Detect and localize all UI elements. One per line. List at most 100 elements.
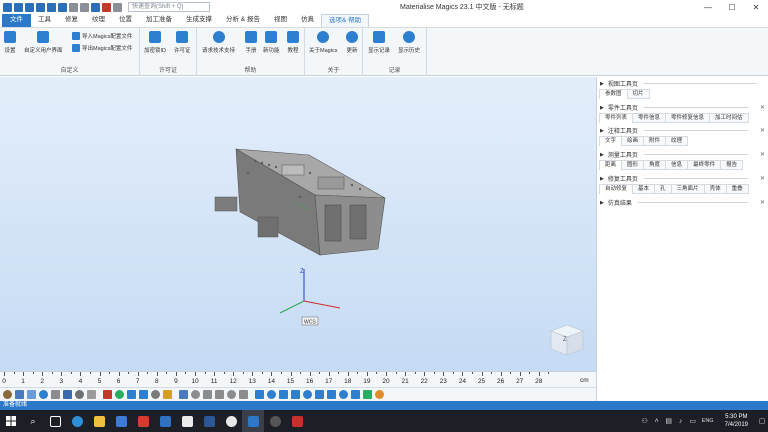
undo-icon[interactable]: [69, 2, 78, 12]
tab-draw[interactable]: 绘画: [621, 136, 644, 146]
taskbar-pdf[interactable]: [286, 410, 308, 432]
taskbar-magics[interactable]: [242, 410, 264, 432]
redo-icon[interactable]: [80, 2, 89, 12]
view-tool-icon[interactable]: [3, 390, 12, 399]
taskbar-store[interactable]: [110, 410, 132, 432]
tab-shells[interactable]: 壳体: [703, 184, 726, 194]
tab-part-fix-info[interactable]: 零件修复信息: [665, 113, 710, 123]
tab-triangles[interactable]: 三角面片: [670, 184, 704, 194]
update-button[interactable]: 更新: [346, 31, 358, 54]
tab-attachment[interactable]: 附件: [643, 136, 666, 146]
tab-parameter[interactable]: 参数图: [599, 89, 627, 99]
close-icon[interactable]: ✕: [760, 104, 765, 111]
tab-build-prep[interactable]: 加工准备: [139, 14, 179, 27]
tab-part-list[interactable]: 零件列表: [599, 113, 633, 123]
view-tool-icon[interactable]: [179, 390, 188, 399]
tab-file[interactable]: 文件: [2, 14, 31, 27]
license-button[interactable]: 许可证: [174, 31, 191, 54]
view-tool-icon[interactable]: [327, 390, 336, 399]
tab-build-time[interactable]: 加工时间估: [709, 113, 749, 123]
manual-button[interactable]: 手册: [245, 31, 257, 54]
view-icon[interactable]: [91, 2, 100, 12]
view-tool-icon[interactable]: [63, 390, 72, 399]
tab-simulation[interactable]: 仿真: [294, 14, 321, 27]
taskbar-mail[interactable]: [154, 410, 176, 432]
tab-overlap[interactable]: 重叠: [725, 184, 749, 194]
network-icon[interactable]: ▤: [663, 417, 675, 425]
view-tool-icon[interactable]: [103, 390, 112, 399]
import-config-button[interactable]: 导入Magics配置文件: [72, 32, 132, 40]
3d-part-model[interactable]: [214, 148, 386, 256]
minimize-button[interactable]: —: [696, 0, 720, 14]
new-features-button[interactable]: 新功能: [263, 31, 280, 54]
view-tool-icon[interactable]: [115, 390, 124, 399]
section-header-view[interactable]: ▶ 视图工具页: [597, 79, 768, 88]
taskbar-chrome[interactable]: [220, 410, 242, 432]
import-icon[interactable]: [47, 2, 56, 12]
tab-tools[interactable]: 工具: [31, 14, 58, 27]
close-icon[interactable]: ✕: [760, 199, 765, 206]
tab-analyze[interactable]: 分析 & 报告: [219, 14, 267, 27]
tab-options-help[interactable]: 选项& 帮助: [320, 14, 370, 27]
keyboard-icon[interactable]: ▭: [687, 417, 699, 425]
view-tool-icon[interactable]: [315, 390, 324, 399]
clock[interactable]: 5:30 PM 7/4/2019: [717, 413, 756, 429]
taskbar-photos[interactable]: [176, 410, 198, 432]
show-history-button[interactable]: 显示历史: [398, 31, 420, 54]
view-tool-icon[interactable]: [363, 390, 372, 399]
language-indicator[interactable]: ENG: [699, 418, 717, 424]
open-file-icon[interactable]: [14, 2, 23, 12]
view-tool-icon[interactable]: [351, 390, 360, 399]
taskbar-recorder[interactable]: [264, 410, 286, 432]
maximize-button[interactable]: ☐: [720, 0, 744, 14]
view-tool-icon[interactable]: [87, 390, 96, 399]
tab-basic[interactable]: 基本: [632, 184, 655, 194]
tab-report[interactable]: 报告: [720, 160, 744, 170]
section-header-simulation[interactable]: ▶ 仿真结果 ✕: [597, 198, 768, 208]
view-tool-icon[interactable]: [215, 390, 224, 399]
view-tool-icon[interactable]: [127, 390, 136, 399]
view-tool-icon[interactable]: [27, 390, 36, 399]
volume-icon[interactable]: ♪: [675, 418, 687, 425]
3d-viewport[interactable]: Z WCS Z: [0, 77, 596, 371]
tab-texture[interactable]: 纹理: [665, 136, 689, 146]
save-icon[interactable]: [25, 2, 34, 12]
view-tool-icon[interactable]: [39, 390, 48, 399]
tab-holes[interactable]: 孔: [654, 184, 671, 194]
save-as-icon[interactable]: [36, 2, 45, 12]
section-header-annotation[interactable]: ▶ 注释工具页 ✕: [597, 126, 768, 136]
taskbar-search[interactable]: ⌕: [22, 410, 44, 432]
view-tool-icon[interactable]: [163, 390, 172, 399]
about-magics-button[interactable]: 关于Magics: [309, 31, 337, 54]
tech-support-button[interactable]: 请求技术支持: [202, 31, 235, 54]
custom-ui-button[interactable]: 自定义用户界面: [24, 31, 63, 54]
view-tool-icon[interactable]: [139, 390, 148, 399]
export-config-button[interactable]: 导出Magics配置文件: [72, 44, 132, 52]
export-icon[interactable]: [58, 2, 67, 12]
dongle-id-button[interactable]: 加密锁ID: [144, 31, 166, 54]
tutorial-button[interactable]: 教程: [287, 31, 299, 54]
view-tool-icon[interactable]: [267, 390, 276, 399]
view-tool-icon[interactable]: [15, 390, 24, 399]
view-tool-icon[interactable]: [151, 390, 160, 399]
start-button[interactable]: [0, 410, 22, 432]
no-entry-icon[interactable]: [102, 2, 111, 12]
show-log-button[interactable]: 显示记录: [368, 31, 390, 54]
tab-slice[interactable]: 切片: [626, 89, 650, 99]
taskbar-word[interactable]: [198, 410, 220, 432]
tab-angle[interactable]: 角度: [643, 160, 666, 170]
view-tool-icon[interactable]: [239, 390, 248, 399]
view-tool-icon[interactable]: [303, 390, 312, 399]
chevron-up-icon[interactable]: ˄: [651, 418, 663, 425]
notifications-icon[interactable]: ▢: [756, 417, 768, 425]
view-tool-icon[interactable]: [191, 390, 200, 399]
taskbar-task-view[interactable]: [44, 410, 66, 432]
tab-distance[interactable]: 距离: [599, 160, 622, 170]
quick-search-input[interactable]: 快速查询(Shift + Q): [128, 2, 210, 12]
settings-button[interactable]: 设置: [4, 31, 16, 54]
tab-part-info[interactable]: 零件信息: [632, 113, 666, 123]
close-icon[interactable]: ✕: [760, 175, 765, 182]
view-tool-icon[interactable]: [227, 390, 236, 399]
section-header-measure[interactable]: ▶ 测量工具页 ✕: [597, 150, 768, 160]
tab-circle[interactable]: 圆形: [621, 160, 644, 170]
